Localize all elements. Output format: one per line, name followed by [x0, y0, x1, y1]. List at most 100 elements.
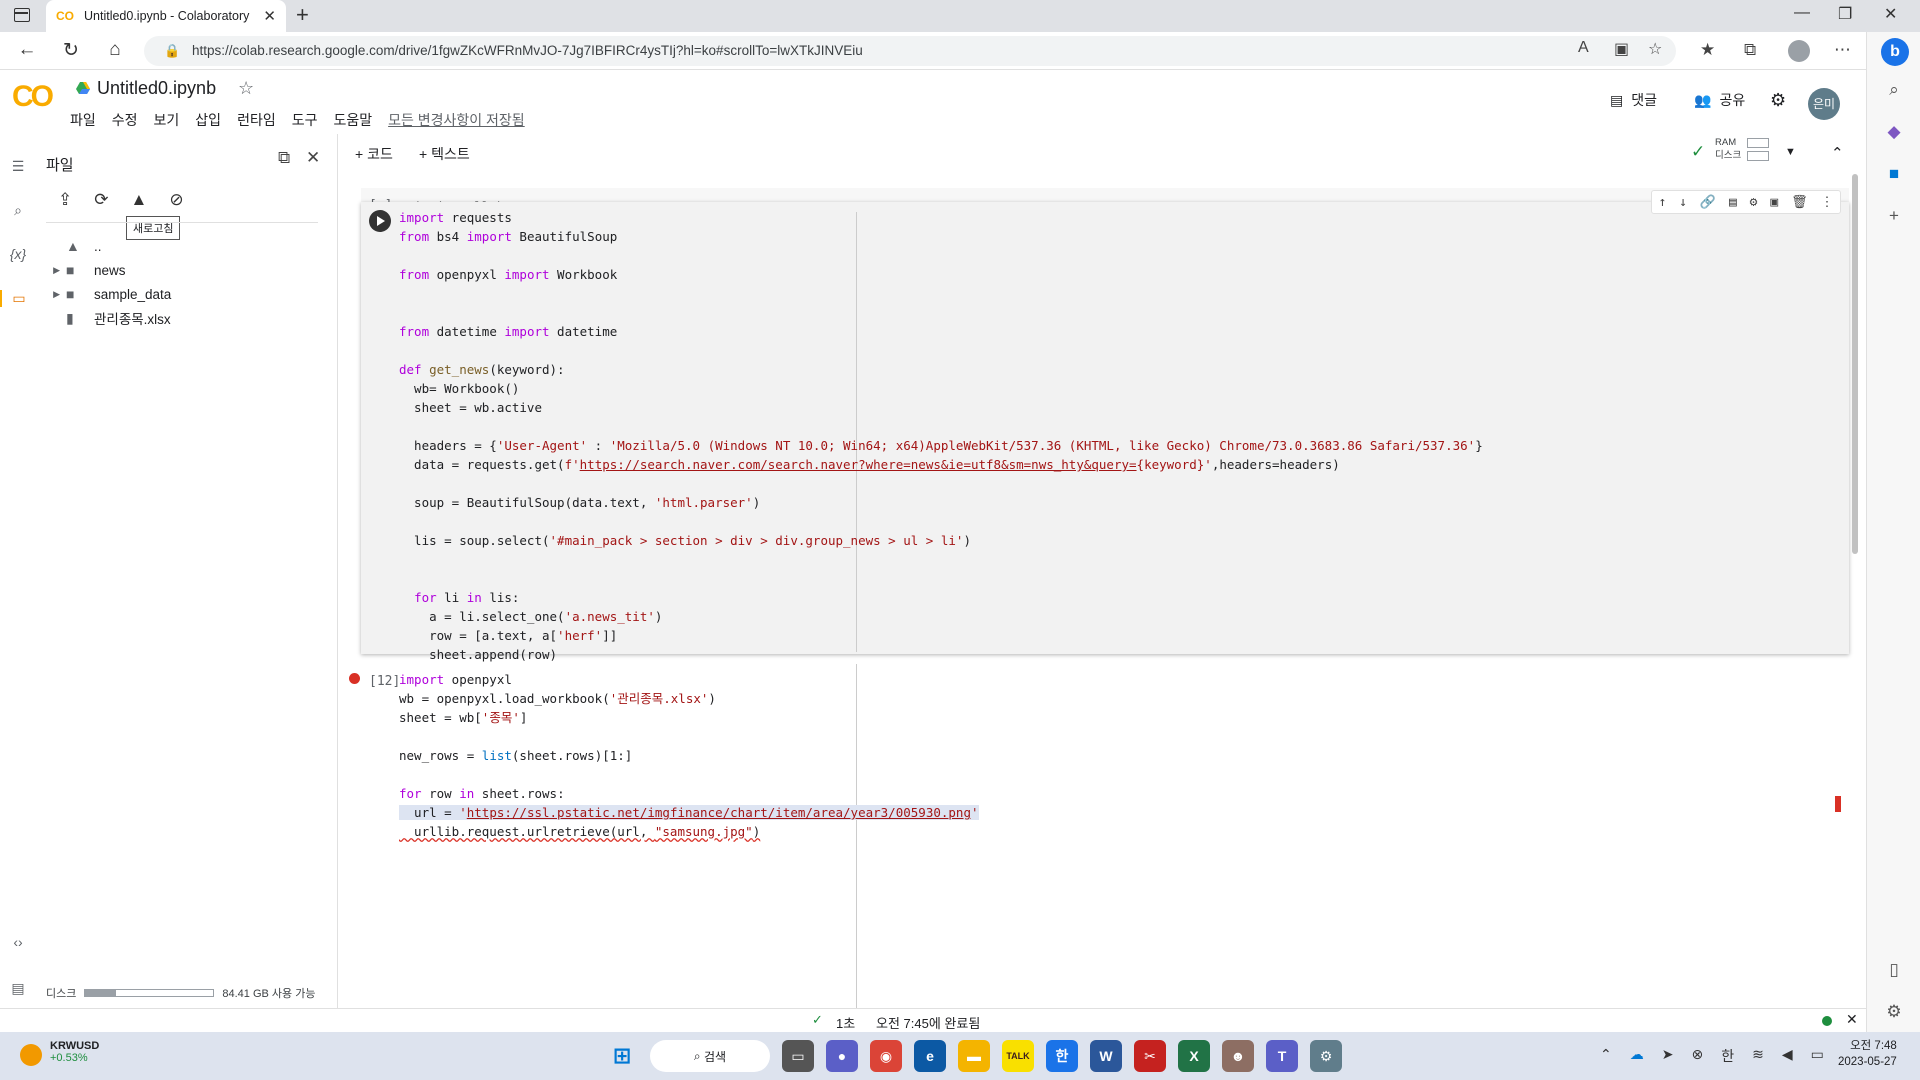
menu-insert[interactable]: 삽입 [195, 110, 221, 130]
app-icon[interactable]: ☻ [1222, 1040, 1254, 1072]
saved-status[interactable]: 모든 변경사항이 저장됨 [388, 110, 525, 130]
onedrive-icon[interactable]: ☁ [1630, 1046, 1644, 1066]
close-window-icon[interactable]: ✕ [1884, 4, 1897, 24]
add-favorite-icon[interactable]: ☆ [1648, 39, 1662, 59]
menu-file[interactable]: 파일 [70, 110, 96, 130]
mirror-cell-icon[interactable]: ▣ [1770, 195, 1778, 210]
excel-icon[interactable]: X [1178, 1040, 1210, 1072]
favorites-icon[interactable]: ★ [1700, 40, 1715, 60]
link-icon[interactable]: 🔗 [1700, 195, 1716, 210]
cell-source[interactable]: import requests from bs4 import Beautifu… [399, 208, 1483, 740]
battery-icon[interactable]: ▭ [1811, 1046, 1824, 1066]
move-up-icon[interactable]: ↑ [1658, 195, 1666, 210]
search-icon[interactable]: ⌕ [1867, 80, 1920, 100]
chat-icon[interactable]: ● [826, 1040, 858, 1072]
open-in-tab-icon[interactable]: ⧉ [278, 148, 290, 168]
ime-indicator[interactable]: 한 [1721, 1046, 1734, 1066]
shopping-icon[interactable]: ◆ [1867, 122, 1920, 142]
expand-caret-icon[interactable]: ▶ [36, 265, 66, 276]
avatar[interactable]: 은미 [1808, 88, 1840, 120]
upload-icon[interactable]: ⇪ [58, 190, 72, 210]
menu-help[interactable]: 도움말 [333, 110, 372, 130]
resources-indicator[interactable]: RAM 디스크 [1715, 136, 1769, 162]
star-icon[interactable]: ☆ [238, 78, 254, 99]
command-palette-icon[interactable]: ▤ [0, 980, 36, 997]
share-button[interactable]: 👥 공유 [1694, 90, 1745, 110]
new-tab-button[interactable]: + [296, 2, 309, 28]
home-icon[interactable]: ⌂ [102, 39, 128, 61]
refresh-folder-icon[interactable]: ⟳ [94, 190, 108, 210]
table-of-contents-icon[interactable]: ☰ [0, 158, 36, 175]
settings-app-icon[interactable]: ⚙ [1310, 1040, 1342, 1072]
code-cell[interactable]: ↑ ↓ 🔗 ▤ ⚙ ▣ 🗑 ⋮ import requests from bs4… [361, 190, 1849, 738]
comment-button[interactable]: ▤ 댓글 [1610, 90, 1657, 110]
bing-chat-icon[interactable]: b [1881, 38, 1909, 66]
menu-view[interactable]: 보기 [154, 110, 180, 130]
chevron-down-icon[interactable]: ▼ [1785, 146, 1796, 158]
edge-icon[interactable]: e [914, 1040, 946, 1072]
move-down-icon[interactable]: ↓ [1679, 195, 1687, 210]
files-icon[interactable]: ▭ [0, 290, 36, 307]
url-input[interactable]: 🔒 https://colab.research.google.com/driv… [144, 36, 1676, 66]
delete-icon[interactable]: 🗑 [1791, 195, 1808, 210]
variables-icon[interactable]: {x} [0, 246, 36, 262]
menu-tools[interactable]: 도구 [292, 110, 318, 130]
comment-cell-icon[interactable]: ▤ [1729, 195, 1737, 210]
kakaotalk-icon[interactable]: TALK [1002, 1040, 1034, 1072]
cell-source[interactable]: import openpyxl wb = openpyxl.load_workb… [399, 670, 979, 841]
window-menu-icon[interactable] [14, 8, 30, 22]
start-icon[interactable]: ⊞ [606, 1040, 638, 1072]
show-hidden-icon[interactable]: ⌃ [1600, 1046, 1612, 1066]
collapse-icon[interactable]: ⌃ [1831, 144, 1844, 162]
chrome-icon[interactable]: ◉ [870, 1040, 902, 1072]
collections-icon[interactable]: ⧉ [1744, 40, 1756, 60]
close-status-icon[interactable]: ✕ [1846, 1011, 1858, 1028]
expand-caret-icon[interactable]: ▶ [36, 289, 66, 300]
task-view-icon[interactable]: ▭ [782, 1040, 814, 1072]
wifi-icon[interactable]: ≋ [1752, 1046, 1764, 1066]
app-tray-icon[interactable]: ⊗ [1691, 1046, 1703, 1066]
profile-icon[interactable] [1788, 40, 1810, 62]
add-text-button[interactable]: + 텍스트 [419, 144, 470, 164]
find-replace-icon[interactable]: ⌕ [0, 202, 36, 219]
lock-icon[interactable]: 🔒 [164, 36, 180, 66]
minimize-icon[interactable]: — [1794, 4, 1810, 22]
read-aloud-icon[interactable]: A [1578, 39, 1589, 57]
immersive-reader-icon[interactable]: ▣ [1614, 39, 1629, 59]
menu-edit[interactable]: 수정 [112, 110, 138, 130]
browser-tab[interactable]: CO Untitled0.ipynb - Colaboratory ✕ [46, 0, 286, 32]
list-item[interactable]: ▶ ■ news [36, 258, 336, 282]
restore-icon[interactable]: ❐ [1838, 4, 1852, 24]
code-snippets-icon[interactable]: ‹› [0, 934, 36, 950]
list-item[interactable]: ▶ ■ sample_data [36, 282, 336, 306]
notebook-scrollbar[interactable] [1851, 174, 1859, 1008]
add-code-button[interactable]: + 코드 [355, 144, 393, 164]
more-options-icon[interactable]: ⋯ [1834, 40, 1851, 60]
volume-icon[interactable]: ◀ [1782, 1046, 1793, 1066]
file-explorer-icon[interactable]: ▬ [958, 1040, 990, 1072]
close-tab-icon[interactable]: ✕ [263, 7, 276, 25]
clock[interactable]: 오전 7:48 2023-05-27 [1838, 1038, 1897, 1070]
run-cell-button[interactable] [369, 210, 391, 232]
search-button[interactable]: ⌕ 검색 [650, 1040, 770, 1072]
sidebar-toggle-icon[interactable]: ▯ [1867, 960, 1920, 980]
send-icon[interactable]: ➤ [1662, 1046, 1674, 1066]
colab-logo[interactable]: CO [12, 80, 54, 114]
code-cell[interactable]: [12] import openpyxl wb = openpyxl.load_… [349, 664, 1849, 1008]
add-sidebar-app-icon[interactable]: + [1867, 206, 1920, 226]
runtime-status-icon[interactable] [1822, 1016, 1832, 1026]
close-panel-icon[interactable]: ✕ [306, 148, 320, 168]
cell-settings-icon[interactable]: ⚙ [1750, 195, 1758, 210]
hide-files-icon[interactable]: ⊘ [169, 190, 183, 210]
teams-icon[interactable]: T [1266, 1040, 1298, 1072]
word-icon[interactable]: W [1090, 1040, 1122, 1072]
list-item[interactable]: ▮ 관리종목.xlsx [36, 306, 336, 330]
snipping-tool-icon[interactable]: ✂ [1134, 1040, 1166, 1072]
more-vert-icon[interactable]: ⋮ [1821, 195, 1834, 210]
hancom-icon[interactable]: 한 [1046, 1040, 1078, 1072]
settings-gear-icon[interactable]: ⚙ [1770, 90, 1786, 111]
list-item[interactable]: ▲ .. [36, 234, 336, 258]
refresh-icon[interactable]: ↻ [58, 39, 84, 62]
mount-drive-icon[interactable]: ▲ [131, 190, 148, 210]
outlook-icon[interactable]: ■ [1867, 164, 1920, 184]
